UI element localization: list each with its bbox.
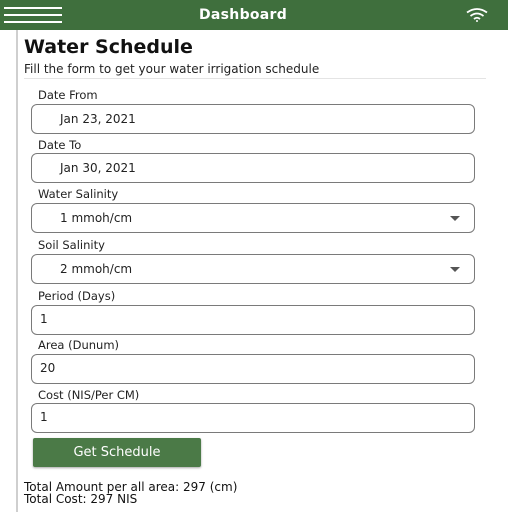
app-screen: Dashboard Water Schedule Fill the form t… — [0, 0, 512, 512]
date-to-value: Jan 30, 2021 — [60, 161, 136, 175]
get-schedule-button[interactable]: Get Schedule — [33, 438, 201, 467]
date-from-label: Date From — [38, 88, 98, 102]
dropdown-arrow-icon — [450, 216, 460, 221]
water-salinity-value: 1 mmoh/cm — [60, 211, 133, 225]
page-title: Water Schedule — [24, 36, 193, 58]
cost-field[interactable] — [31, 403, 475, 433]
dropdown-arrow-icon — [450, 267, 460, 272]
total-cost-text: Total Cost: 297 NIS — [24, 492, 138, 506]
area-label: Area (Dunum) — [38, 338, 120, 352]
date-to-label: Date To — [38, 138, 82, 152]
date-from-value: Jan 23, 2021 — [60, 112, 136, 126]
area-input[interactable] — [40, 361, 420, 375]
period-input[interactable] — [40, 312, 420, 326]
soil-salinity-label: Soil Salinity — [38, 238, 105, 252]
area-field[interactable] — [31, 354, 475, 384]
period-label: Period (Days) — [38, 289, 116, 303]
cost-input[interactable] — [40, 410, 420, 424]
cost-label: Cost (NIS/Per CM) — [38, 388, 140, 402]
wifi-icon — [466, 8, 488, 22]
app-bar-title: Dashboard — [199, 7, 288, 23]
date-to-field[interactable]: Jan 30, 2021 — [31, 153, 475, 183]
period-field[interactable] — [31, 305, 475, 335]
soil-salinity-value: 2 mmoh/cm — [60, 262, 133, 276]
water-salinity-label: Water Salinity — [38, 187, 119, 201]
date-from-field[interactable]: Jan 23, 2021 — [31, 104, 475, 134]
water-salinity-select[interactable]: 1 mmoh/cm — [31, 203, 475, 233]
divider — [24, 78, 486, 79]
page-subtitle: Fill the form to get your water irrigati… — [24, 62, 320, 76]
hamburger-menu-icon[interactable] — [4, 5, 62, 25]
top-app-bar: Dashboard — [0, 0, 508, 30]
soil-salinity-select[interactable]: 2 mmoh/cm — [31, 254, 475, 284]
